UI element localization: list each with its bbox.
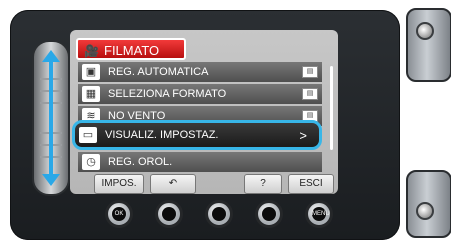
menu-item-auto-record[interactable]: ▣ REG. AUTOMATICA ▤ bbox=[78, 62, 322, 82]
screw-icon bbox=[416, 202, 434, 220]
hardware-button-row: OK MENU bbox=[95, 200, 335, 228]
hardware-button[interactable] bbox=[255, 200, 283, 228]
setting-badge-icon: ▤ bbox=[302, 66, 318, 78]
movie-camera-icon: 🎥 bbox=[84, 44, 99, 58]
help-button[interactable]: ? bbox=[244, 174, 282, 194]
menu-list: ▣ REG. AUTOMATICA ▤ ▦ SELEZIONA FORMATO … bbox=[72, 62, 322, 174]
impos-button[interactable]: IMPOS. bbox=[94, 174, 144, 194]
auto-record-icon: ▣ bbox=[82, 64, 100, 80]
arrow-down-icon bbox=[42, 174, 60, 186]
clock-record-icon: ◷ bbox=[82, 154, 100, 170]
slider-track bbox=[49, 60, 53, 176]
menu-item-display-settings[interactable]: ▭ VISUALIZ. IMPOSTAZ. > bbox=[72, 120, 322, 150]
back-button[interactable]: ↶ bbox=[150, 174, 196, 194]
menu-item-label: VISUALIZ. IMPOSTAZ. bbox=[105, 129, 219, 141]
menu-scrollbar[interactable] bbox=[330, 66, 333, 150]
lcd-hinge bbox=[400, 0, 451, 245]
menu-button[interactable]: MENU bbox=[305, 200, 333, 228]
exit-button[interactable]: ESCI bbox=[288, 174, 334, 194]
menu-item-label: REG. AUTOMATICA bbox=[108, 66, 209, 78]
aspect-ratio-icon: ▦ bbox=[82, 86, 100, 102]
menu-item-label: SELEZIONA FORMATO bbox=[108, 88, 227, 100]
display-settings-icon: ▭ bbox=[79, 127, 97, 143]
ok-button[interactable]: OK bbox=[105, 200, 133, 228]
menu-item-clock-record[interactable]: ◷ REG. OROL. bbox=[78, 152, 322, 172]
screw-icon bbox=[416, 22, 434, 40]
softkey-bar: IMPOS. ↶ ? ESCI bbox=[94, 174, 340, 194]
menu-item-aspect-ratio[interactable]: ▦ SELEZIONA FORMATO ▤ bbox=[78, 84, 322, 104]
hardware-button[interactable] bbox=[205, 200, 233, 228]
touch-slider[interactable] bbox=[32, 40, 70, 196]
menu-item-label: REG. OROL. bbox=[108, 156, 173, 168]
chevron-right-icon: > bbox=[299, 127, 307, 143]
hardware-button[interactable] bbox=[155, 200, 183, 228]
ok-label: OK bbox=[112, 207, 126, 221]
menu-label: MENU bbox=[312, 207, 330, 221]
arrow-up-icon bbox=[42, 50, 60, 62]
setting-badge-icon: ▤ bbox=[302, 88, 318, 100]
hinge-upper bbox=[406, 8, 451, 82]
menu-title: 🎥 FILMATO bbox=[76, 38, 186, 60]
